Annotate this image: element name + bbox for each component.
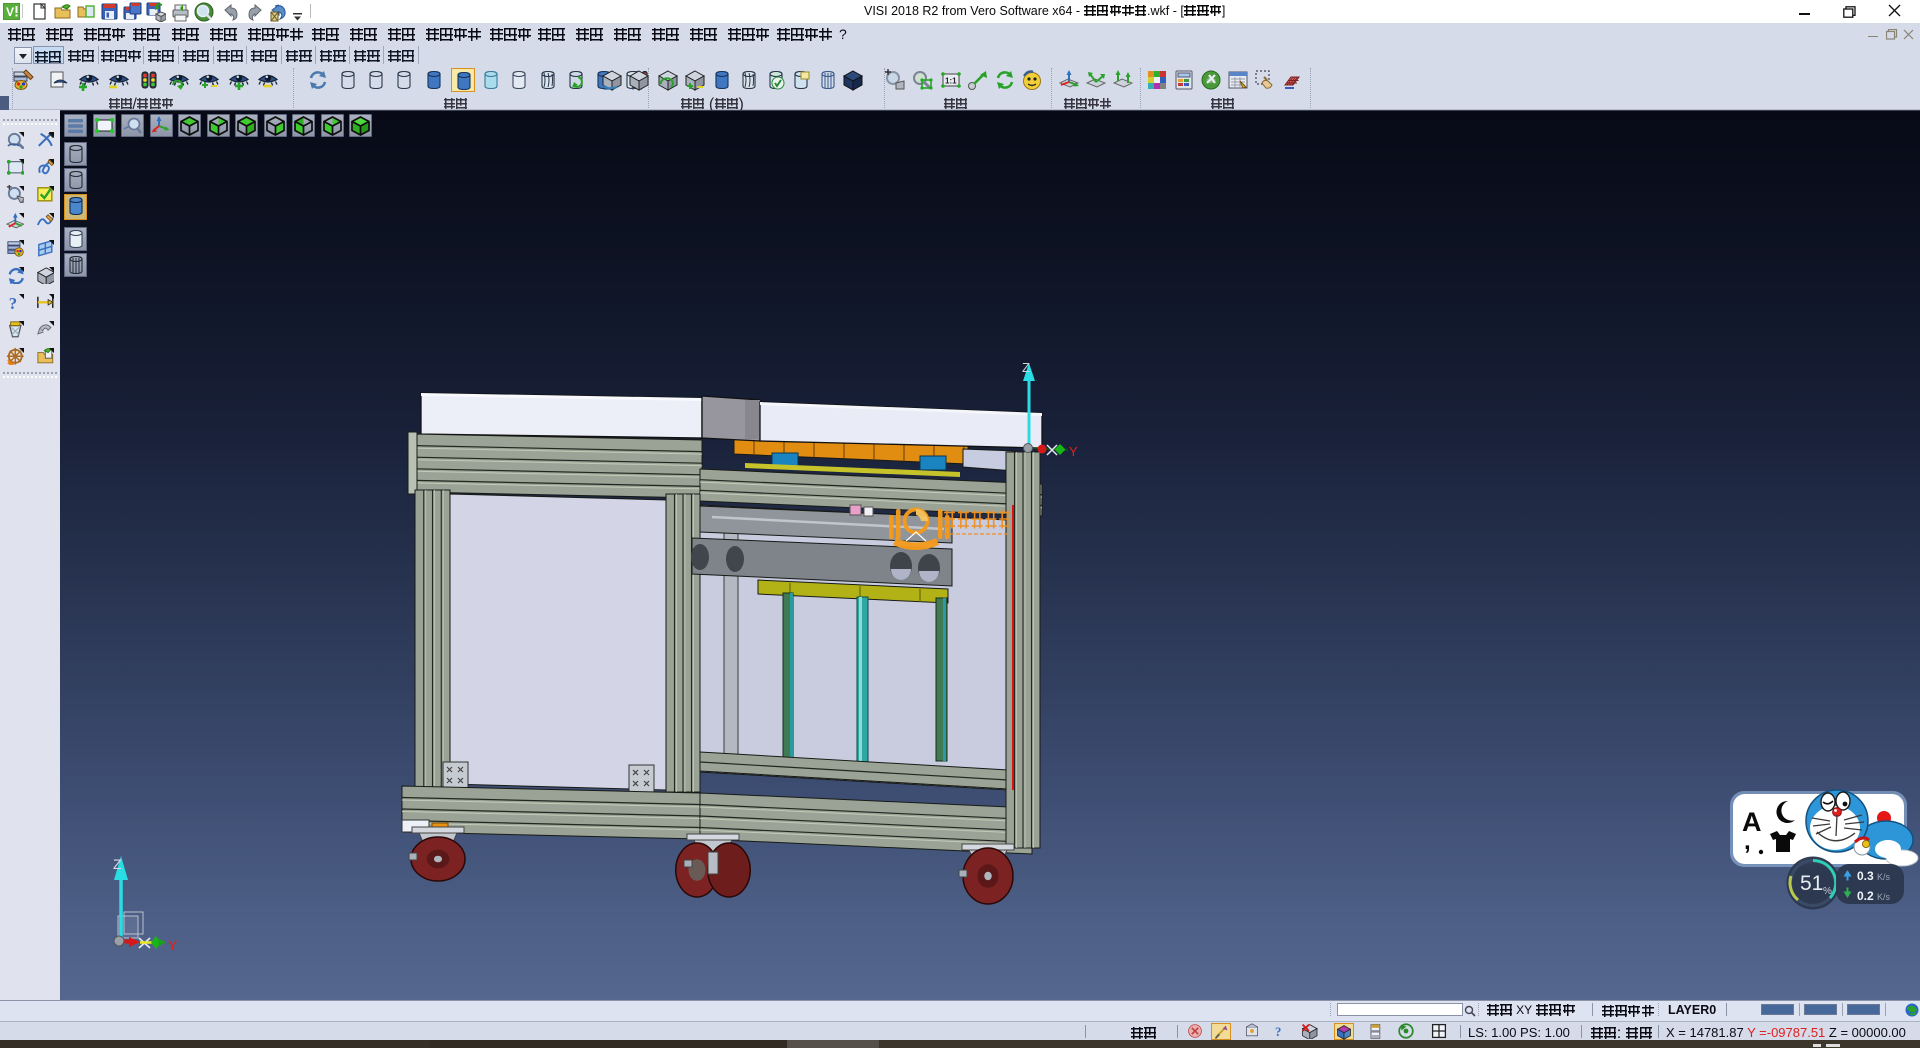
svg-text:?: ? (9, 294, 17, 311)
svg-text:?: ? (1275, 1025, 1281, 1039)
svg-text:1:1: 1:1 (945, 77, 957, 86)
svg-text:V: V (6, 5, 14, 19)
